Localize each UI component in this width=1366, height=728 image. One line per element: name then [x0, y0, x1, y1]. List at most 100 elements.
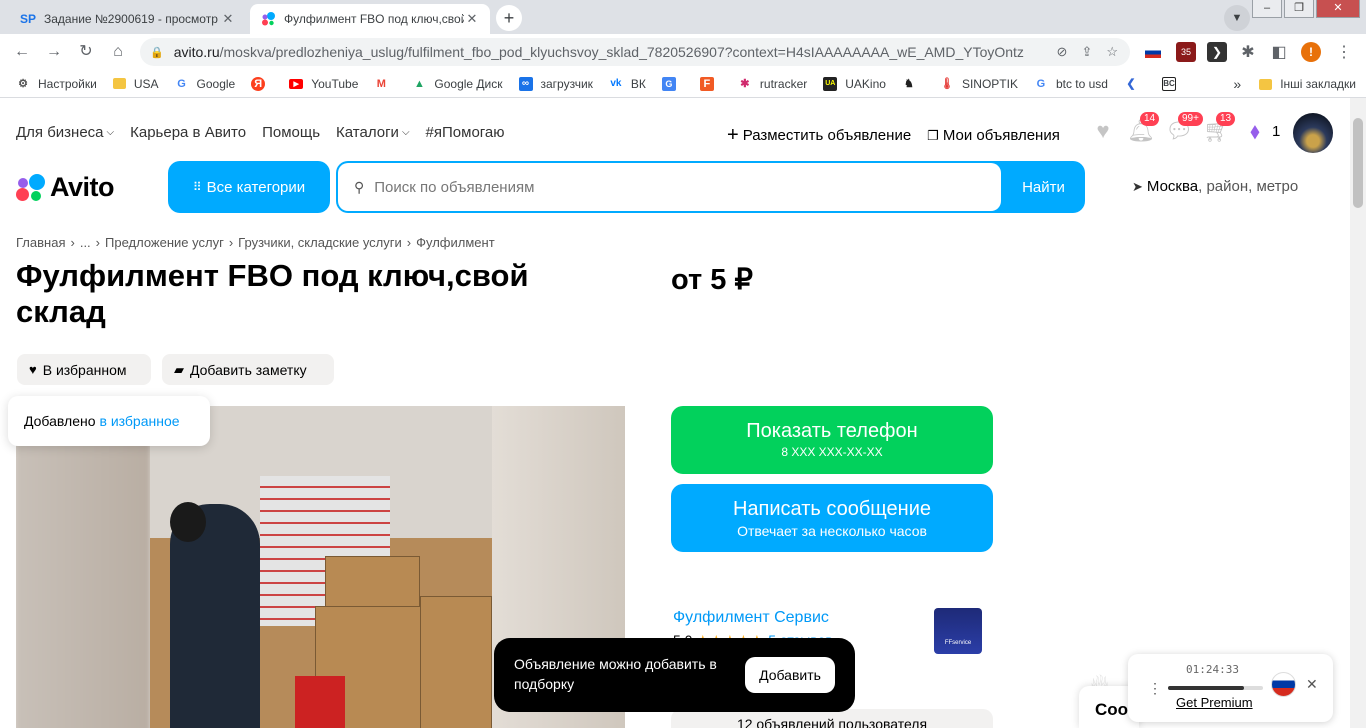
write-message-button[interactable]: Написать сообщение Отвечает за несколько…	[671, 484, 993, 552]
more-bookmarks-button[interactable]: »	[1233, 76, 1241, 92]
tab-avito[interactable]: Фулфилмент FBO под ключ,свой ✕	[250, 4, 490, 34]
bookmark-item[interactable]: USA	[112, 77, 159, 91]
listing-photo[interactable]	[150, 406, 492, 728]
bookmark-item[interactable]: M	[374, 77, 396, 91]
breadcrumb-services[interactable]: Предложение услуг	[105, 235, 224, 250]
nav-label: Каталоги	[336, 124, 399, 141]
seller-name-link[interactable]: Фулфилмент Сервис	[673, 609, 829, 627]
google-icon: G	[177, 77, 186, 90]
forward-arrow-icon[interactable]: →	[44, 42, 64, 62]
add-to-collection-button[interactable]: Добавить	[745, 657, 835, 693]
page-scrollbar[interactable]	[1350, 98, 1366, 728]
extension-badge-icon[interactable]: 35	[1176, 42, 1196, 62]
bookmark-item[interactable]: 🌡 SINOPTIK	[940, 77, 1018, 91]
bookmark-item[interactable]: vk ВК	[609, 77, 646, 91]
reload-icon[interactable]: ↻	[76, 42, 96, 62]
close-icon[interactable]: ✕	[220, 11, 236, 27]
bookmark-item[interactable]: BC	[1161, 76, 1184, 91]
nav-catalogs[interactable]: Каталоги ⌵	[336, 124, 410, 141]
puzzle-icon[interactable]: ✱	[1238, 42, 1258, 62]
russia-flag-icon[interactable]	[1271, 672, 1296, 697]
show-phone-button[interactable]: Показать телефон 8 XXX XXX-XX-XX	[671, 406, 993, 474]
vpn-close-icon[interactable]: ✕	[1306, 676, 1318, 693]
favorite-button[interactable]: ♥ В избранном	[17, 354, 151, 385]
maximize-icon[interactable]: ❐	[1284, 0, 1314, 18]
all-categories-button[interactable]: ⠿ Все категории	[168, 161, 330, 213]
breadcrumb-ellipsis[interactable]: ...	[80, 235, 91, 250]
breadcrumb-separator: ›	[406, 235, 412, 250]
lock-icon[interactable]: 🔒	[150, 46, 164, 59]
blocked-icon[interactable]: ⊘	[1057, 44, 1068, 60]
bonus-icon[interactable]: ⬧	[1242, 118, 1268, 144]
bookmark-item[interactable]: UA UAKino	[823, 76, 886, 91]
bookmark-item[interactable]: Я	[251, 76, 273, 91]
nav-for-business[interactable]: Для бизнеса ⌵	[16, 124, 114, 141]
vpn-menu-icon[interactable]: ⋮	[1148, 680, 1162, 697]
bookmark-item[interactable]: G	[661, 76, 684, 91]
chat-icon[interactable]: 💬︎ 99+	[1165, 112, 1203, 144]
translate-icon: G	[661, 76, 676, 91]
gear-icon: ⚙	[18, 78, 28, 90]
post-ad-link[interactable]: + Разместить объявление	[727, 124, 911, 147]
nav-help[interactable]: Помощь	[262, 124, 320, 141]
bookmark-item[interactable]: ▲ Google Диск	[412, 77, 503, 91]
seller-logo[interactable]: FFservice	[934, 608, 982, 654]
drive-icon: ▲	[413, 77, 425, 90]
new-tab-button[interactable]: +	[496, 5, 522, 31]
russia-flag-extension-icon[interactable]	[1145, 47, 1161, 58]
chevron-down-icon: ⌵	[106, 127, 115, 138]
star-icon[interactable]: ☆	[1106, 44, 1118, 60]
nav-ya-pomogayu[interactable]: #яПомогаю	[426, 124, 505, 141]
bookmarks-overflow: » Інші закладки	[1233, 76, 1356, 92]
bookmark-label: Google	[196, 76, 236, 91]
window-close-icon[interactable]: ✕	[1316, 0, 1360, 18]
cart-icon[interactable]: 🛒︎ 13	[1203, 112, 1236, 144]
bookmark-item[interactable]: F	[699, 76, 722, 91]
bookmark-item[interactable]: ❮	[1124, 77, 1146, 91]
minimize-icon[interactable]: –	[1252, 0, 1282, 18]
my-ads-link[interactable]: ❐ Мои объявления	[927, 127, 1060, 144]
avito-logo[interactable]: Avito	[16, 172, 115, 203]
avatar[interactable]	[1293, 113, 1333, 153]
bookmark-item[interactable]: G Google	[175, 76, 236, 91]
extension-arrow-icon[interactable]: ❯	[1207, 42, 1227, 62]
back-arrow-icon[interactable]: ←	[12, 42, 32, 62]
get-premium-link[interactable]: Get Premium	[1176, 695, 1253, 710]
home-icon[interactable]: ⌂	[108, 42, 128, 62]
bookmark-item[interactable]: ✱ rutracker	[738, 77, 807, 91]
tab-task[interactable]: SP Задание №2900619 - просмотр ✕	[10, 4, 246, 34]
sidepanel-icon[interactable]: ◧	[1269, 42, 1289, 62]
location-selector[interactable]: ➤ Москва, район, метро	[1132, 178, 1298, 195]
uakino-icon: UA	[823, 76, 838, 91]
heart-icon[interactable]: ♥	[1090, 118, 1116, 144]
breadcrumb-loaders[interactable]: Грузчики, складские услуги	[238, 235, 402, 250]
copy-icon: ❐	[927, 127, 939, 143]
favorites-link[interactable]: в избранное	[100, 413, 180, 429]
bookmark-item[interactable]: ♞	[902, 77, 924, 91]
scrollbar-thumb[interactable]	[1353, 118, 1363, 208]
add-note-button[interactable]: ▰ Добавить заметку	[162, 354, 334, 385]
sp-favicon-icon: SP	[20, 12, 37, 26]
bookmark-item[interactable]: Gbtc to usd	[1034, 77, 1108, 91]
bookmark-label: ВК	[630, 76, 646, 91]
breadcrumb-fulfillment[interactable]: Фулфилмент	[416, 235, 495, 250]
kebab-menu-icon[interactable]: ⋮	[1334, 42, 1354, 62]
f-icon: F	[699, 76, 714, 91]
nav-career[interactable]: Карьера в Авито	[130, 124, 246, 141]
breadcrumb-home[interactable]: Главная	[16, 235, 65, 250]
profile-icon[interactable]: !	[1301, 42, 1321, 62]
address-bar[interactable]: 🔒 avito.ru/moskva/predlozheniya_uslug/fu…	[140, 38, 1130, 66]
toast-message: Объявление можно добавить в подборку	[514, 656, 717, 692]
share-icon[interactable]: ⇪	[1081, 44, 1092, 60]
bell-icon[interactable]: 🔔︎ 14	[1127, 112, 1160, 144]
close-icon[interactable]: ✕	[464, 11, 480, 27]
location-more: , район, метро	[1198, 178, 1299, 195]
tab-search-icon[interactable]: ▼	[1224, 5, 1250, 31]
bookmark-item[interactable]: ∞ загрузчик	[518, 76, 593, 91]
url-text[interactable]: avito.ru/moskva/predlozheniya_uslug/fulf…	[174, 44, 1024, 60]
other-bookmarks-button[interactable]: Інші закладки	[1280, 77, 1356, 91]
bookmark-item[interactable]: ▶ YouTube	[289, 77, 358, 91]
search-button[interactable]: Найти	[1002, 161, 1085, 213]
bookmark-item[interactable]: ⚙ Настройки	[16, 77, 97, 91]
search-input[interactable]: ⚲ Поиск по объявлениям	[338, 163, 1001, 211]
